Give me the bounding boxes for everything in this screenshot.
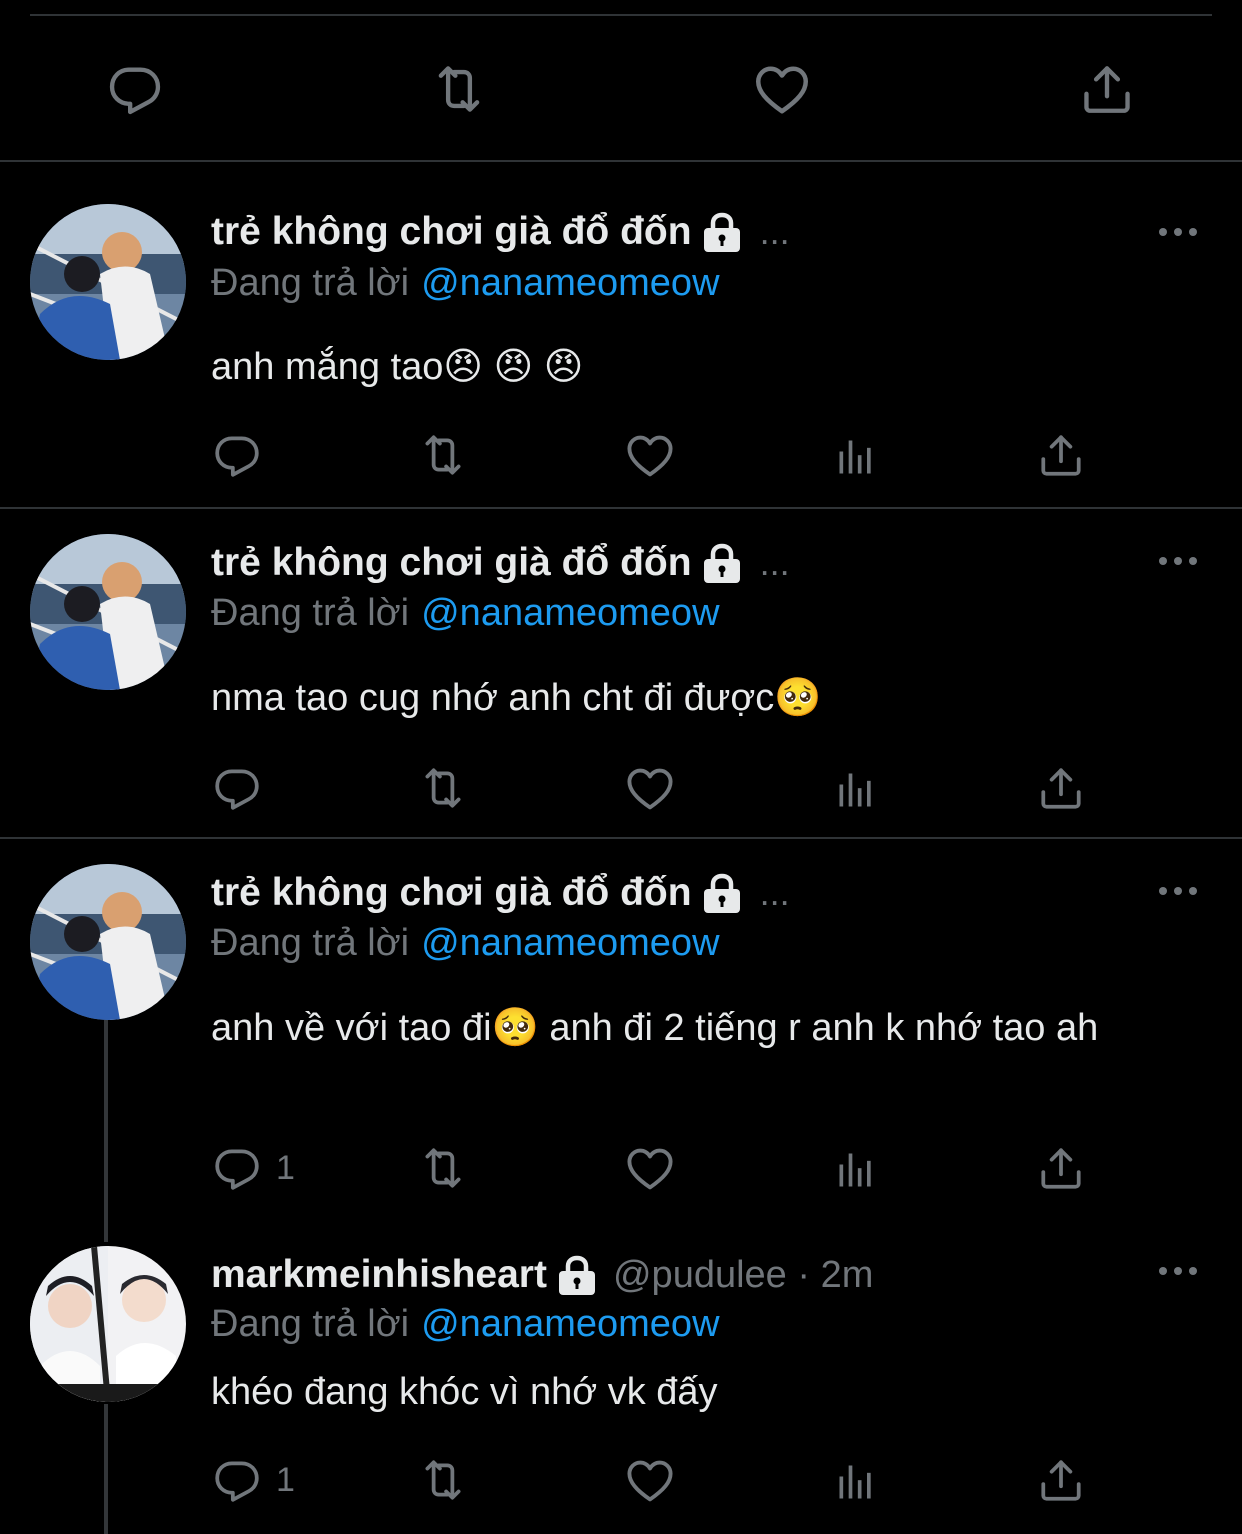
heart-icon (624, 430, 676, 482)
tweet-text: anh về với tao đi🥺 anh đi 2 tiếng r anh … (211, 1007, 1099, 1049)
avatar[interactable] (30, 534, 186, 690)
mention-link[interactable]: @nanameomeow (421, 1303, 719, 1345)
more-options-icon[interactable] (1158, 885, 1198, 897)
share-button[interactable] (1078, 60, 1136, 118)
reply-icon (212, 430, 262, 480)
retweet-icon (426, 60, 492, 118)
reply-button[interactable] (212, 430, 276, 480)
tweet[interactable]: trẻ không chơi già đổ đốn ... Đang trả l… (0, 509, 1242, 837)
reply-count: 1 (276, 1460, 295, 1499)
reply-count: 1 (276, 1148, 295, 1187)
tweet[interactable]: trẻ không chơi già đổ đốn ... Đang trả l… (0, 839, 1242, 1219)
retweet-button[interactable] (414, 763, 472, 813)
replying-to-label: Đang trả lời (211, 262, 410, 304)
retweet-icon (414, 1143, 472, 1193)
share-button[interactable] (1036, 1143, 1086, 1193)
like-button[interactable] (624, 1143, 676, 1195)
tweet-text: khéo đang khóc vì nhớ vk đấy (211, 1371, 718, 1413)
retweet-icon (414, 430, 472, 480)
heart-icon (624, 763, 676, 815)
view-stats-button[interactable] (834, 1459, 878, 1505)
like-button[interactable] (624, 1455, 676, 1507)
view-stats-button[interactable] (834, 767, 878, 813)
reply-context: Đang trả lời @nanameomeow (211, 1303, 720, 1346)
more-options-icon[interactable] (1158, 1265, 1198, 1277)
reply-button[interactable]: 1 (212, 1143, 295, 1193)
share-icon (1036, 1455, 1086, 1505)
share-button[interactable] (1036, 430, 1086, 480)
like-button[interactable] (624, 763, 676, 815)
reply-button[interactable] (106, 60, 164, 118)
focused-tweet-actions (0, 60, 1242, 120)
name-ellipsis: ... (759, 872, 790, 913)
tweet-text: nma tao cug nhớ anh cht đi được🥺 (211, 677, 822, 719)
retweet-button[interactable] (414, 430, 472, 480)
view-stats-button[interactable] (834, 1147, 878, 1193)
stats-icon (834, 434, 878, 480)
lock-icon (700, 541, 744, 585)
retweet-button[interactable] (414, 1143, 472, 1193)
reply-button[interactable] (212, 763, 276, 813)
replying-to-label: Đang trả lời (211, 592, 410, 634)
handle-timestamp: @pudulee · 2m (612, 1253, 874, 1296)
reply-button[interactable]: 1 (212, 1455, 295, 1505)
reply-context: Đang trả lời @nanameomeow (211, 922, 720, 965)
like-button[interactable] (624, 430, 676, 482)
share-icon (1036, 763, 1086, 813)
tweet-text: anh mắng tao😠 😠 😠 (211, 346, 584, 388)
retweet-button[interactable] (426, 60, 492, 118)
replying-to-label: Đang trả lời (211, 1303, 410, 1345)
reply-icon (212, 1455, 262, 1505)
reply-context: Đang trả lời @nanameomeow (211, 592, 720, 635)
lock-icon (555, 1253, 599, 1297)
more-options-icon[interactable] (1158, 555, 1198, 567)
top-divider (30, 14, 1212, 16)
mention-link[interactable]: @nanameomeow (421, 922, 719, 964)
name-ellipsis: ... (759, 211, 790, 252)
lock-icon (700, 871, 744, 915)
display-name[interactable]: trẻ không chơi già đổ đốn (211, 210, 692, 254)
replying-to-label: Đang trả lời (211, 922, 410, 964)
lock-icon (700, 210, 744, 254)
avatar[interactable] (30, 864, 186, 1020)
share-button[interactable] (1036, 1455, 1086, 1505)
name-ellipsis: ... (759, 542, 790, 583)
avatar[interactable] (30, 1246, 186, 1402)
share-button[interactable] (1036, 763, 1086, 813)
stats-icon (834, 1459, 878, 1505)
display-name[interactable]: trẻ không chơi già đổ đốn (211, 541, 692, 585)
heart-icon (624, 1455, 676, 1507)
share-icon (1078, 60, 1136, 118)
reply-icon (212, 763, 262, 813)
tweet[interactable]: trẻ không chơi già đổ đốn ... Đang trả l… (0, 162, 1242, 508)
display-name[interactable]: trẻ không chơi già đổ đốn (211, 871, 692, 915)
share-icon (1036, 430, 1086, 480)
avatar[interactable] (30, 204, 186, 360)
reply-icon (212, 1143, 262, 1193)
more-options-icon[interactable] (1158, 226, 1198, 238)
reply-icon (106, 60, 164, 118)
mention-link[interactable]: @nanameomeow (421, 592, 719, 634)
stats-icon (834, 767, 878, 813)
retweet-icon (414, 763, 472, 813)
view-stats-button[interactable] (834, 434, 878, 480)
retweet-icon (414, 1455, 472, 1505)
display-name[interactable]: markmeinhisheart (211, 1253, 547, 1297)
mention-link[interactable]: @nanameomeow (421, 262, 719, 304)
share-icon (1036, 1143, 1086, 1193)
reply-context: Đang trả lời @nanameomeow (211, 262, 720, 305)
like-button[interactable] (752, 60, 812, 120)
tweet[interactable]: markmeinhisheart @pudulee · 2m Đang trả … (0, 1219, 1242, 1534)
heart-icon (624, 1143, 676, 1195)
retweet-button[interactable] (414, 1455, 472, 1505)
heart-icon (752, 60, 812, 120)
stats-icon (834, 1147, 878, 1193)
